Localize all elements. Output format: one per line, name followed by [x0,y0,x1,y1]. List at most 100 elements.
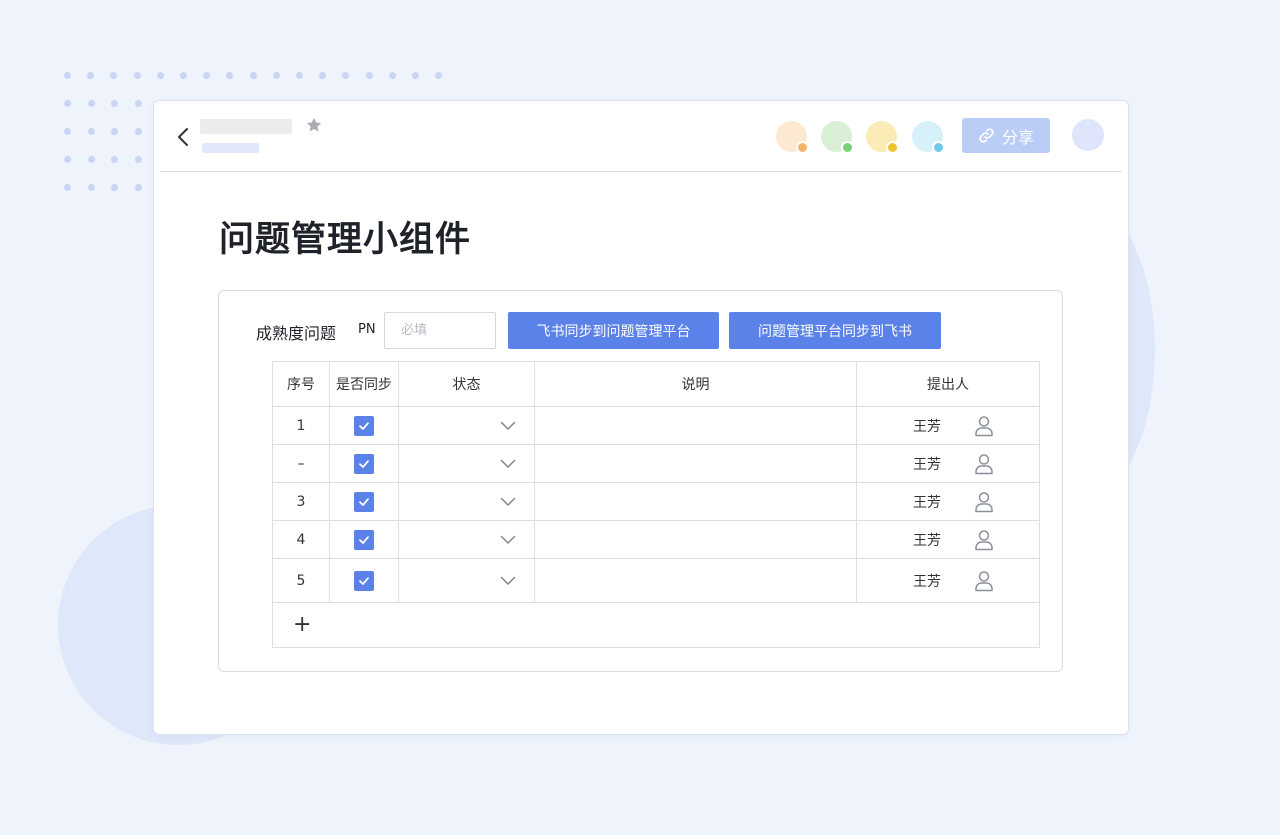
decor-dot [87,128,95,135]
column-header-status: 状态 [398,361,535,407]
decor-dot [64,184,71,191]
person-icon[interactable] [974,415,994,437]
document-window: 分享 问题管理小组件 成熟度问题 PN 飞书同步到问题管理平台 问题管理平台同步… [153,100,1129,735]
table-row: 4 王芳 [272,520,1040,559]
decor-dot [64,72,71,79]
check-icon [359,535,369,544]
description-cell[interactable] [534,520,857,559]
sync-platform-to-feishu-button[interactable]: 问题管理平台同步到飞书 [729,312,941,349]
person-icon[interactable] [974,491,994,513]
chevron-down-icon [500,459,516,468]
row-index: 4 [272,520,330,559]
decor-dot [203,72,211,79]
decor-dot [87,156,95,163]
sync-checkbox[interactable] [354,415,374,436]
sync-checkbox[interactable] [354,529,374,550]
submitter-cell: 王芳 [856,482,1040,521]
person-icon[interactable] [974,529,994,551]
submitter-name: 王芳 [913,456,941,473]
description-cell[interactable] [534,444,857,483]
sync-checkbox[interactable] [354,491,374,512]
online-status-dot [796,141,809,154]
decor-dot [435,72,443,79]
decor-dot [226,72,234,79]
star-icon[interactable] [305,116,323,134]
collaborator-avatar-2[interactable] [821,121,854,154]
add-row-button[interactable]: + [293,614,311,636]
column-header-index: 序号 [272,361,330,407]
back-icon[interactable] [174,125,194,149]
decor-dot [133,72,141,79]
user-avatar[interactable] [1072,119,1104,151]
issue-table: 序号 是否同步 状态 说明 提出人 1 王芳 – 王芳 3 王芳 4 王芳 5 … [272,361,1040,648]
person-icon[interactable] [974,453,994,475]
submitter-cell: 王芳 [856,444,1040,483]
page-title: 问题管理小组件 [219,220,472,260]
table-row: 5 王芳 [272,558,1040,603]
row-index: 5 [272,558,330,603]
chevron-down-icon [500,535,516,544]
status-select[interactable] [398,406,535,445]
submitter-name: 王芳 [913,532,941,549]
submitter-cell: 王芳 [856,520,1040,559]
collaborator-avatar-4[interactable] [912,121,945,154]
check-icon [359,459,369,468]
online-status-dot [932,141,945,154]
decor-dot [87,72,95,79]
share-button[interactable]: 分享 [962,118,1050,153]
check-icon [359,421,369,430]
add-row: + [272,602,1040,648]
add-row-cell: + [272,602,1040,648]
document-header: 分享 [160,101,1122,172]
decor-dot [180,72,187,79]
description-cell[interactable] [534,482,857,521]
share-label: 分享 [1001,127,1034,147]
table-row: 3 王芳 [272,482,1040,521]
decor-dot [156,72,164,79]
submitter-name: 王芳 [913,573,941,590]
column-header-synced: 是否同步 [329,361,399,407]
submitter-name: 王芳 [913,418,941,435]
sync-cell [329,444,399,483]
table-row: 1 王芳 [272,406,1040,445]
person-icon[interactable] [974,570,994,592]
decor-dot [134,128,142,135]
sync-cell [329,406,399,445]
column-header-description: 说明 [534,361,857,407]
status-select[interactable] [398,520,535,559]
decor-dot [111,184,118,191]
sync-checkbox[interactable] [354,453,374,474]
sync-checkbox[interactable] [354,570,374,591]
collaborator-avatar-1[interactable] [776,121,809,154]
pn-input[interactable] [384,312,496,349]
decor-dot [249,72,257,79]
decor-dot [365,72,373,79]
status-select[interactable] [398,444,535,483]
decor-dot [64,128,71,135]
pn-label: PN [358,322,376,337]
decor-dot [412,72,419,79]
submitter-cell: 王芳 [856,558,1040,603]
decor-dot [134,156,142,163]
decor-dot [64,156,71,163]
status-select[interactable] [398,482,535,521]
sync-cell [329,520,399,559]
issue-widget: 成熟度问题 PN 飞书同步到问题管理平台 问题管理平台同步到飞书 序号 是否同步… [218,290,1063,672]
chevron-down-icon [500,576,516,585]
description-cell[interactable] [534,558,857,603]
decor-dot [342,72,350,79]
decor-dot [388,72,396,79]
check-icon [359,576,369,585]
decor-dot [272,72,280,79]
collaborator-avatar-3[interactable] [866,121,899,154]
submitter-name: 王芳 [913,494,941,511]
status-select[interactable] [398,558,535,603]
description-cell[interactable] [534,406,857,445]
decor-dot [110,72,118,79]
decor-dot [296,72,303,79]
check-icon [359,497,369,506]
chevron-down-icon [500,421,516,430]
sync-feishu-to-platform-button[interactable]: 飞书同步到问题管理平台 [508,312,719,349]
sync-cell [329,482,399,521]
link-icon [979,128,994,143]
